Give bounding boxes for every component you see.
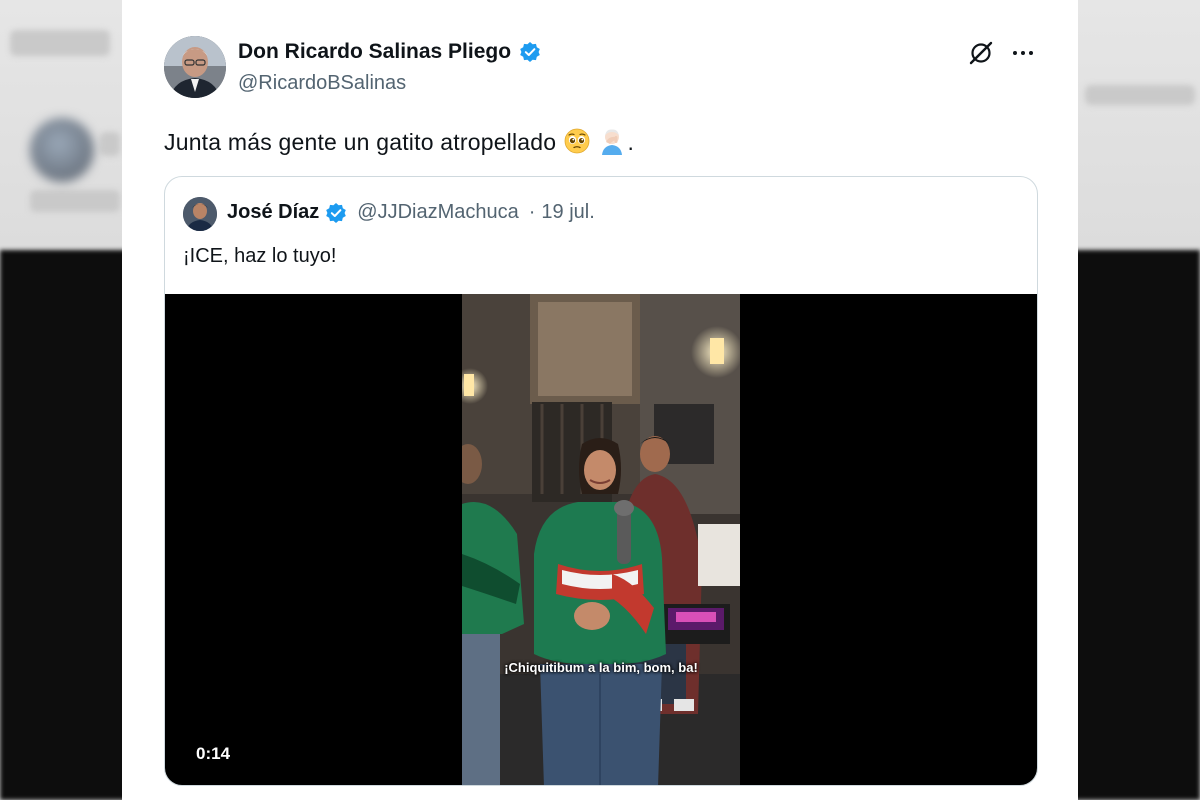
author-handle[interactable]: @RicardoBSalinas [238, 72, 406, 95]
blurred-text [30, 190, 120, 212]
quoted-author-name[interactable]: José Díaz [227, 201, 319, 224]
tweet-text-suffix: . [627, 129, 635, 156]
pleading-face-emoji [563, 127, 591, 161]
meta-separator: · [528, 201, 536, 223]
video-frame[interactable]: ¡Chiquitibum a la bim, bom, ba! [462, 294, 740, 785]
verified-badge-icon [519, 41, 541, 63]
quoted-header: José Díaz @JJDiazMachuca · 19 jul. [227, 201, 595, 224]
quoted-tweet[interactable]: José Díaz @JJDiazMachuca · 19 jul. ¡ICE,… [164, 176, 1038, 786]
facepalm-emoji [597, 126, 627, 162]
blurred-avatar [30, 118, 94, 182]
author-name-text[interactable]: Don Ricardo Salinas Pliego [238, 40, 511, 64]
grok-icon[interactable] [968, 40, 994, 66]
quoted-date[interactable]: 19 jul. [541, 201, 594, 224]
verified-badge-icon [325, 202, 347, 224]
blurred-text [10, 30, 110, 56]
more-options-icon[interactable] [1010, 40, 1036, 66]
quoted-author-avatar[interactable] [183, 197, 217, 231]
quoted-author-handle[interactable]: @JJDiazMachuca [357, 201, 518, 224]
video-player[interactable]: ¡Chiquitibum a la bim, bom, ba! 0:14 [165, 294, 1037, 785]
blurred-text [100, 132, 120, 156]
tweet-card[interactable]: Don Ricardo Salinas Pliego @RicardoBSali… [122, 0, 1078, 800]
blurred-text [1085, 85, 1195, 105]
video-subtitle: ¡Chiquitibum a la bim, bom, ba! [504, 660, 698, 675]
video-duration: 0:14 [196, 744, 231, 763]
quoted-tweet-text: ¡ICE, haz lo tuyo! [183, 245, 337, 267]
author-avatar[interactable] [164, 36, 226, 98]
tweet-text: Junta más gente un gatito atropellado . [164, 126, 1024, 162]
video-thumbnail [462, 294, 740, 785]
author-name[interactable]: Don Ricardo Salinas Pliego [238, 40, 541, 64]
tweet-text-body: Junta más gente un gatito atropellado [164, 129, 557, 156]
